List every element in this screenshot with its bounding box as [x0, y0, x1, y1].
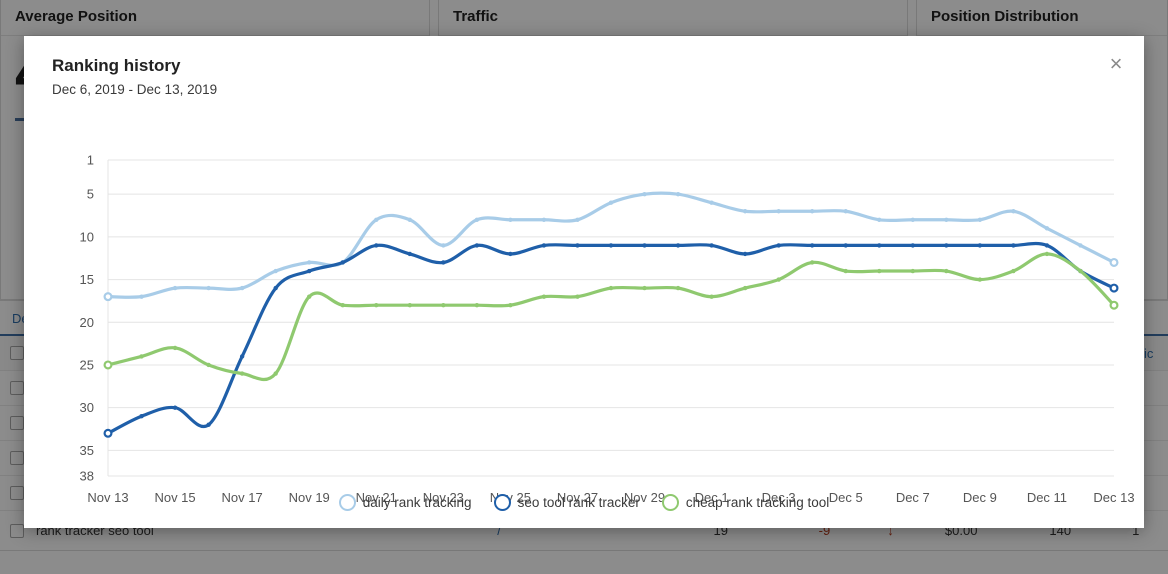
y-axis-tick-label: 1 [87, 153, 94, 168]
ranking-history-modal: Ranking history Dec 6, 2019 - Dec 13, 20… [24, 36, 1144, 528]
y-axis-tick-label: 15 [80, 272, 94, 287]
ranking-history-chart: 1 5 10 15 20 25 30 35 38 Nov 13 Nov 15 Nov 17 Nov 19… [24, 114, 1144, 528]
y-axis-tick-label: 5 [87, 187, 94, 202]
chart-series-2 [103, 251, 1119, 382]
chart-legend: daily rank tracking seo tool rank tracke… [24, 494, 1144, 511]
legend-item-series-0[interactable]: daily rank tracking [338, 494, 472, 511]
y-axis-tick-label: 35 [80, 443, 94, 458]
close-icon[interactable]: × [1102, 50, 1130, 78]
chart-svg: 1510152025303538Nov 13 Nov 15 Nov 17 Nov 19… [80, 153, 1135, 506]
legend-item-series-2[interactable]: cheap rank tracking tool [661, 494, 830, 511]
y-axis-tick-label: 30 [80, 400, 94, 415]
y-axis-tick-label: 10 [80, 229, 94, 244]
legend-dot-icon [493, 494, 511, 511]
modal-title: Ranking history [52, 56, 181, 75]
legend-item-series-1[interactable]: seo tool rank tracker [493, 494, 640, 511]
legend-label: cheap rank tracking tool [685, 495, 830, 510]
legend-dot-icon [338, 494, 356, 511]
legend-dot-icon [661, 494, 679, 511]
y-axis-tick-label: 20 [80, 315, 94, 330]
modal-date-range: Dec 6, 2019 - Dec 13, 2019 [52, 82, 218, 97]
y-axis-tick-label: 38 [80, 469, 94, 484]
legend-label: daily rank tracking [362, 495, 472, 510]
y-axis-tick-label: 25 [80, 357, 94, 372]
legend-label: seo tool rank tracker [517, 495, 640, 510]
